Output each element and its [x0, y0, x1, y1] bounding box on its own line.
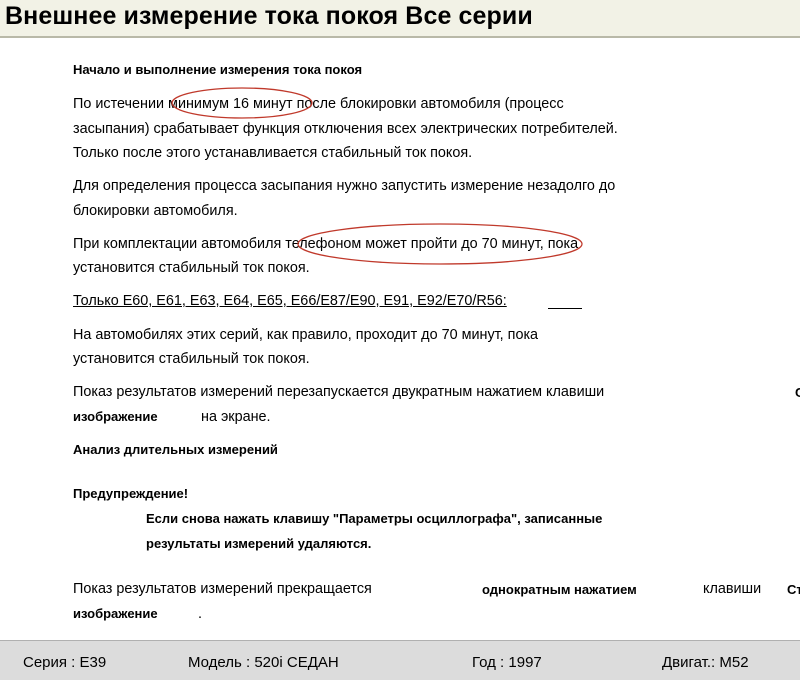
warning-line2: результаты измерений удаляются. [146, 536, 372, 551]
p4-line2: установится стабильный ток покоя. [73, 351, 310, 367]
p6-word: клавиши [703, 581, 762, 597]
p2-line2: блокировки автомобиля. [73, 203, 238, 219]
section-heading-start: Начало и выполнение измерения тока покоя [73, 62, 363, 77]
p1-line2: засыпания) срабатывает функция отключени… [73, 121, 618, 137]
status-bar: Серия : E39 Модель : 520i СЕДАН Год : 19… [0, 640, 800, 680]
p5-key-cut: С [795, 385, 800, 400]
p6-bold: однократным нажатием [482, 582, 637, 597]
p5-line1: Показ результатов измерений перезапускае… [73, 384, 605, 400]
status-series: Серия : E39 [23, 654, 107, 671]
p6-tail: . [198, 606, 202, 622]
series-note: Только E60, E61, E63, E64, E65, E66/E87/… [73, 293, 507, 309]
status-year: Год : 1997 [472, 654, 542, 671]
status-model: Модель : 520i СЕДАН [188, 654, 339, 671]
status-engine: Двигат.: M52 [662, 654, 749, 671]
p5-tail: на экране. [201, 409, 271, 425]
p3-line2: установится стабильный ток покоя. [73, 260, 310, 276]
section-heading-analysis: Анализ длительных измерений [73, 442, 278, 457]
p6-key-cut: Ст [787, 582, 800, 597]
p6-key-label[interactable]: изображение [73, 605, 158, 623]
p1-line3: Только после этого устанавливается стаби… [73, 145, 473, 161]
p2-line1: Для определения процесса засыпания нужно… [73, 178, 616, 194]
warning-title: Предупреждение! [73, 486, 189, 501]
document-content[interactable]: Начало и выполнение измерения тока покоя… [73, 0, 800, 636]
p6-text: Показ результатов измерений прекращается [73, 581, 372, 597]
warning-line1: Если снова нажать клавишу "Параметры осц… [146, 511, 603, 526]
p1-line1: По истечении минимум 16 минут после блок… [73, 96, 564, 112]
p3-line1: При комплектации автомобиля телефоном мо… [73, 236, 579, 252]
p4-line1: На автомобилях этих серий, как правило, … [73, 327, 539, 343]
p5-key-label[interactable]: изображение [73, 408, 158, 426]
